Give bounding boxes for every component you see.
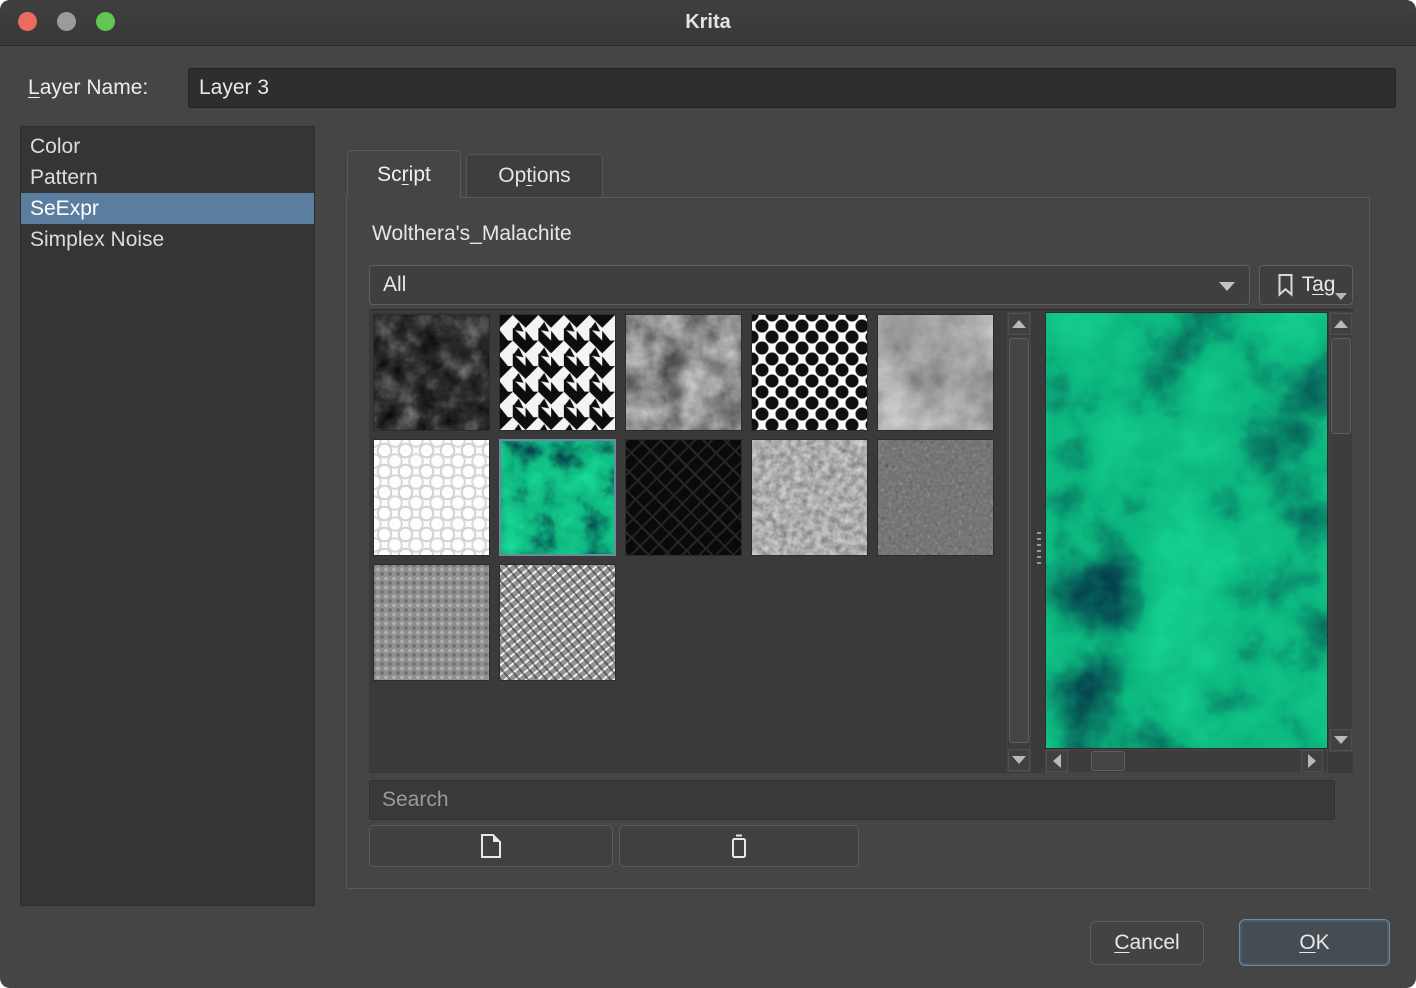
cancel-button-label: Cancel xyxy=(1114,931,1179,955)
preview-vertical-scrollbar[interactable] xyxy=(1329,312,1353,752)
tab-script-label: Script xyxy=(377,163,431,187)
cancel-button[interactable]: Cancel xyxy=(1090,921,1204,965)
pattern-thumb-speckle-noise[interactable] xyxy=(877,439,994,556)
pattern-thumb-dark-clouds[interactable] xyxy=(373,314,490,431)
folder-icon xyxy=(478,832,504,860)
chevron-down-icon xyxy=(1219,282,1235,291)
trash-icon xyxy=(728,832,750,860)
generator-item-pattern[interactable]: Pattern xyxy=(21,162,314,193)
smoke-clouds-texture xyxy=(878,315,993,430)
malachite-texture xyxy=(501,441,614,554)
arrow-down-icon xyxy=(1012,756,1026,764)
arrow-up-icon xyxy=(1334,320,1348,328)
malachite-preview-texture xyxy=(1046,313,1327,748)
arrow-up-icon xyxy=(1012,320,1026,328)
pattern-thumb-bw-triangles[interactable] xyxy=(499,314,616,431)
import-resource-button[interactable] xyxy=(369,825,613,867)
pattern-grid-scrollbar[interactable] xyxy=(1007,312,1031,772)
scroll-down-button[interactable] xyxy=(1008,749,1030,771)
tab-options-label: Options xyxy=(498,164,570,188)
pattern-thumb-gray-grain[interactable] xyxy=(751,439,868,556)
pattern-grid xyxy=(369,310,1039,685)
pattern-thumb-fine-dot-gray[interactable] xyxy=(373,564,490,681)
scroll-left-button[interactable] xyxy=(1046,750,1068,772)
generator-item-color[interactable]: Color xyxy=(21,131,314,162)
pattern-thumb-halftone-dots[interactable] xyxy=(751,314,868,431)
delete-resource-button[interactable] xyxy=(619,825,859,867)
scroll-right-button[interactable] xyxy=(1301,750,1323,772)
splitter-handle[interactable] xyxy=(1037,532,1041,566)
pattern-thumb-smoke-clouds[interactable] xyxy=(877,314,994,431)
selected-resource-name: Wolthera's_Malachite xyxy=(372,222,572,246)
light-clouds-texture xyxy=(626,315,741,430)
gray-grain-texture xyxy=(752,440,867,555)
scrollbar-thumb[interactable] xyxy=(1009,338,1029,743)
pattern-preview xyxy=(1045,312,1328,749)
window-title: Krita xyxy=(0,0,1416,45)
script-tab-panel: Wolthera's_Malachite All Tag xyxy=(346,197,1370,889)
pattern-thumb-malachite[interactable] xyxy=(499,439,616,556)
bw-triangles-texture xyxy=(500,315,615,430)
ok-button[interactable]: OK xyxy=(1239,919,1390,966)
layer-name-input[interactable] xyxy=(188,68,1396,108)
bookmark-icon xyxy=(1277,273,1294,297)
ok-button-label: OK xyxy=(1299,931,1329,955)
generator-item-simplex-noise[interactable]: Simplex Noise xyxy=(21,224,314,255)
tag-filter-combobox[interactable]: All xyxy=(369,265,1250,305)
pattern-thumb-light-clouds[interactable] xyxy=(625,314,742,431)
chevron-down-icon xyxy=(1335,293,1347,300)
tab-script[interactable]: Script xyxy=(347,150,461,198)
dark-clouds-texture xyxy=(374,315,489,430)
pattern-thumb-black-maze[interactable] xyxy=(625,439,742,556)
generator-item-seexpr[interactable]: SeExpr xyxy=(21,193,314,224)
tab-options[interactable]: Options xyxy=(466,154,603,198)
scrollbar-thumb[interactable] xyxy=(1331,338,1351,434)
preview-horizontal-scrollbar[interactable] xyxy=(1045,749,1328,773)
generator-list: ColorPatternSeExprSimplex Noise xyxy=(20,126,315,906)
scroll-down-button[interactable] xyxy=(1330,729,1352,751)
tag-filter-value: All xyxy=(383,273,406,297)
krita-dialog-window: Krita Layer Name: ColorPatternSeExprSimp… xyxy=(0,0,1416,988)
scroll-up-button[interactable] xyxy=(1330,313,1352,335)
pattern-thumb-diagonal-weave[interactable] xyxy=(499,564,616,681)
arrow-down-icon xyxy=(1334,736,1348,744)
search-input[interactable] xyxy=(369,780,1335,820)
tag-button-label: Tag xyxy=(1302,273,1336,297)
arrow-left-icon xyxy=(1053,754,1061,768)
tag-button[interactable]: Tag xyxy=(1259,265,1353,305)
titlebar[interactable]: Krita xyxy=(0,0,1416,46)
pattern-thumb-truchet-curves[interactable] xyxy=(373,439,490,556)
layer-name-label: Layer Name: xyxy=(28,76,148,100)
scrollbar-thumb[interactable] xyxy=(1091,751,1125,771)
pattern-chooser-body xyxy=(369,309,1353,773)
arrow-right-icon xyxy=(1308,754,1316,768)
scroll-up-button[interactable] xyxy=(1008,313,1030,335)
speckle-noise-texture xyxy=(878,440,993,555)
